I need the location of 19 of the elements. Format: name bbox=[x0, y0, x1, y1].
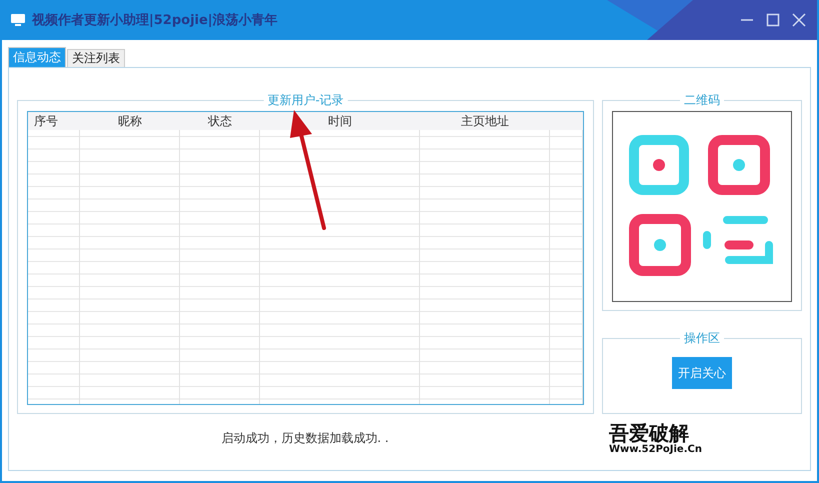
maximize-icon bbox=[766, 13, 780, 27]
group-title: 操作区 bbox=[680, 330, 724, 347]
close-icon bbox=[792, 13, 806, 27]
tab[interactable]: 信息动态 bbox=[8, 47, 66, 67]
logo-url: Www.52PoJie.Cn bbox=[609, 444, 702, 454]
column-header: 时间 bbox=[327, 113, 353, 130]
window-title: 视频作者更新小助理|52pojie|浪荡小青年 bbox=[32, 12, 278, 29]
group-title: 更新用户-记录 bbox=[263, 92, 348, 109]
column-header: 昵称 bbox=[117, 113, 143, 130]
column-header: 序号 bbox=[33, 113, 59, 130]
maximize-button[interactable] bbox=[765, 12, 781, 28]
start-care-button[interactable]: 开启关心 bbox=[672, 357, 732, 389]
column-header: 状态 bbox=[207, 113, 233, 130]
app-icon bbox=[10, 13, 26, 27]
close-button[interactable] bbox=[791, 12, 807, 28]
status-message: 启动成功，历史数据加载成功. . bbox=[220, 430, 390, 446]
column-header: 主页地址 bbox=[460, 113, 510, 130]
logo-title: 吾爱破解 bbox=[609, 422, 689, 444]
tab[interactable]: 关注列表 bbox=[67, 49, 125, 67]
